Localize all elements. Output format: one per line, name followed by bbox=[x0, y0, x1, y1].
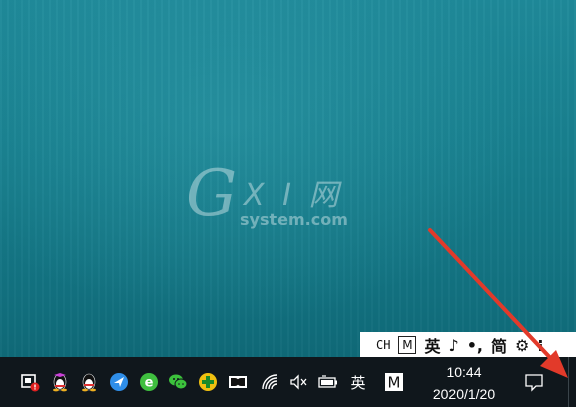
volume-muted-icon[interactable] bbox=[288, 372, 308, 392]
watermark-site: system.com bbox=[240, 210, 348, 229]
battery-icon[interactable] bbox=[318, 372, 338, 392]
ime-settings-icon[interactable]: ⚙ bbox=[515, 336, 529, 355]
ime-toolbar[interactable]: CH M 英 ♪ •, 简 ⚙ ⁝ bbox=[360, 332, 576, 358]
ime-lang-toggle[interactable]: 英 bbox=[424, 333, 440, 357]
clock-time: 10:44 bbox=[446, 364, 482, 380]
wifi-icon[interactable] bbox=[260, 372, 280, 392]
notification-icon[interactable] bbox=[524, 372, 544, 392]
watermark-xi: X I 网 bbox=[244, 178, 343, 213]
qq-icon[interactable] bbox=[50, 372, 70, 392]
ime-lang-indicator[interactable]: 英 bbox=[348, 372, 368, 392]
dolby-icon[interactable] bbox=[228, 372, 248, 392]
ime-punct-toggle[interactable]: •, bbox=[467, 336, 483, 355]
feishu-icon[interactable] bbox=[109, 372, 129, 392]
clock-date: 2020/1/20 bbox=[432, 386, 496, 402]
wechat-icon[interactable] bbox=[168, 372, 188, 392]
qq-icon[interactable] bbox=[79, 372, 99, 392]
ime-halfwidth-toggle[interactable]: ♪ bbox=[448, 336, 458, 355]
show-desktop-button[interactable] bbox=[568, 357, 576, 407]
desktop[interactable]: G X I 网 system.com bbox=[0, 0, 576, 357]
taskbar-clock[interactable]: 10:44 2020/1/20 bbox=[418, 358, 510, 406]
m-app-label: M bbox=[388, 374, 401, 392]
360-icon[interactable] bbox=[198, 372, 218, 392]
watermark-letter: G bbox=[186, 157, 238, 231]
ime-m-button[interactable]: M bbox=[398, 336, 417, 354]
security-alert-icon[interactable] bbox=[20, 372, 40, 392]
svg-text:e: e bbox=[145, 376, 154, 391]
ime-simplified-toggle[interactable]: 简 bbox=[491, 333, 507, 357]
ime-mode-label[interactable]: CH bbox=[376, 338, 390, 352]
m-app-icon[interactable]: M bbox=[384, 372, 404, 392]
ime-more-icon[interactable]: ⁝ bbox=[537, 336, 543, 355]
watermark-logo: G X I 网 system.com bbox=[186, 162, 356, 242]
browser-e-icon[interactable]: e bbox=[139, 372, 159, 392]
